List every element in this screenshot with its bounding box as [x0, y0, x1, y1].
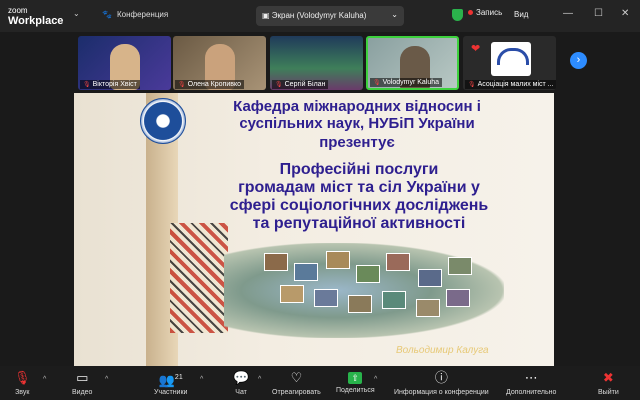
screen-tab-label: Экран (Volodymyr Kaluha): [271, 11, 367, 20]
participant-name: Сергій Білан: [272, 80, 329, 89]
embroidery-pattern: [170, 223, 228, 333]
participants-label: Участники: [154, 389, 188, 396]
meeting-info-button[interactable]: ⓘ Информация о конференции: [394, 370, 489, 396]
screen-icon: ▣: [262, 11, 272, 20]
participant-name: Вікторія Хвіст: [80, 80, 140, 89]
more-button[interactable]: ⋯ Дополнительно: [506, 370, 556, 396]
slide-subtitle: Професійні послуги громадам міст та сіл …: [184, 161, 534, 233]
chevron-right-icon: ›: [576, 54, 581, 66]
conference-label: Конференция: [116, 10, 169, 19]
title-line: суспільних наук, НУБіП України: [239, 115, 475, 132]
association-logo: [491, 42, 531, 76]
subtitle-line: Професійні послуги: [279, 161, 439, 178]
close-icon[interactable]: ✕: [621, 8, 629, 19]
subtitle-line: та репутаційної активності: [252, 215, 466, 232]
react-label: Отреагировать: [272, 389, 321, 396]
minimize-icon[interactable]: —: [563, 8, 573, 19]
view-button[interactable]: Вид: [514, 10, 528, 19]
collage-photo: [446, 289, 470, 307]
more-label: Дополнительно: [506, 389, 557, 396]
collage-photo: [418, 269, 442, 287]
next-page-button[interactable]: ›: [570, 52, 587, 69]
video-label: Видео: [72, 389, 93, 396]
participants-options-chevron-icon[interactable]: ^: [200, 376, 203, 383]
title-line: Кафедра міжнародних відносин і: [233, 98, 481, 115]
author-signature: Вольодимир Калуга: [396, 345, 489, 356]
collage-photo: [386, 253, 410, 271]
participant-name: Олена Кропивко: [175, 80, 244, 89]
security-shield-icon[interactable]: [452, 9, 463, 21]
participants-count: 21: [174, 374, 183, 381]
collage-photo: [416, 299, 440, 317]
share-label: Поделиться: [336, 387, 375, 394]
more-dots-icon: ⋯: [524, 370, 538, 385]
chevron-down-icon[interactable]: ⌄: [73, 9, 80, 18]
presentation-slide: Кафедра міжнародних відносин і суспільни…: [74, 93, 554, 366]
info-label: Информация о конференции: [394, 389, 489, 396]
title-bar: zoom Workplace ⌄ 🐾 Конференция ▣ Экран (V…: [0, 0, 640, 32]
chevron-down-icon[interactable]: ⌄: [391, 10, 398, 19]
participant-gallery: Вікторія Хвіст Олена Кропивко Сергій Біл…: [0, 32, 640, 92]
participant-tile[interactable]: Олена Кропивко: [173, 36, 266, 90]
collage-photo: [326, 251, 350, 269]
collage-photo: [382, 291, 406, 309]
participant-name: Volodymyr Kaluha: [370, 78, 443, 87]
collage-photo: [448, 257, 472, 275]
heart-reaction-icon: ❤: [471, 43, 481, 55]
info-icon: ⓘ: [434, 370, 448, 385]
video-options-chevron-icon[interactable]: ^: [105, 376, 108, 383]
subtitle-line: сфері соціологічних досліджень: [229, 197, 489, 214]
brand-line2: Workplace: [8, 15, 64, 27]
collage-photo: [280, 285, 304, 303]
audio-button[interactable]: 🎙 Звук: [14, 370, 31, 396]
slide-title: Кафедра міжнародних відносин і суспільни…: [182, 98, 532, 132]
recording-label: Запись: [476, 8, 503, 17]
chat-button[interactable]: 💬 Чат: [233, 370, 249, 396]
react-button[interactable]: ♡ Отреагировать: [272, 370, 321, 396]
meeting-toolbar: 🎙 Звук ^ ▭ Видео ^ 👥21 Участники ^ 💬 Чат…: [0, 366, 640, 400]
participant-tile[interactable]: ❤ Асоціація малих міст ...: [463, 36, 556, 90]
leave-icon: ✖: [602, 370, 614, 385]
participants-button[interactable]: 👥21 Участники: [154, 370, 187, 396]
video-camera-icon: ▭: [76, 370, 89, 385]
chat-label: Чат: [235, 389, 247, 396]
collage-photo: [356, 265, 380, 283]
collage-photo: [264, 253, 288, 271]
people-icon: 👥21: [158, 372, 183, 388]
microphone-muted-icon: 🎙: [14, 370, 31, 385]
conference-menu[interactable]: 🐾 Конференция: [102, 10, 168, 19]
slide-presents: презентує: [319, 134, 395, 151]
paw-icon: 🐾: [102, 10, 112, 19]
heart-icon: ♡: [290, 370, 303, 385]
shared-screen: Кафедра міжнародних відносин і суспільни…: [74, 93, 554, 366]
view-label: Вид: [514, 10, 529, 19]
share-screen-button[interactable]: ⇧ Поделиться: [336, 370, 375, 394]
leave-button[interactable]: ✖ Выйти: [598, 370, 619, 396]
chat-bubble-icon: 💬: [233, 370, 250, 385]
audio-label: Звук: [15, 389, 30, 396]
leave-label: Выйти: [598, 389, 619, 396]
share-options-chevron-icon[interactable]: ^: [374, 376, 377, 383]
record-dot-icon: [468, 10, 473, 16]
participant-name: Асоціація малих міст ...: [465, 80, 556, 89]
collage-photo: [314, 289, 338, 307]
video-button[interactable]: ▭ Видео: [72, 370, 92, 396]
screen-share-tab[interactable]: ▣ Экран (Volodymyr Kaluha) ⌄: [256, 6, 404, 26]
recording-indicator[interactable]: Запись: [468, 8, 502, 17]
maximize-icon[interactable]: ☐: [594, 8, 603, 19]
collage-photo: [294, 263, 318, 281]
audio-options-chevron-icon[interactable]: ^: [43, 376, 46, 383]
collage-photo: [348, 295, 372, 313]
share-screen-icon: ⇧: [348, 372, 363, 384]
participant-tile-active-speaker[interactable]: Volodymyr Kaluha: [366, 36, 459, 90]
arch-icon: [497, 48, 529, 65]
chat-options-chevron-icon[interactable]: ^: [258, 376, 261, 383]
zoom-workplace-logo: zoom Workplace: [8, 5, 63, 27]
university-emblem-icon: [140, 98, 186, 144]
participant-tile[interactable]: Вікторія Хвіст: [78, 36, 171, 90]
participant-tile[interactable]: Сергій Білан: [270, 36, 363, 90]
subtitle-line: громадам міст та сіл України у: [238, 179, 480, 196]
